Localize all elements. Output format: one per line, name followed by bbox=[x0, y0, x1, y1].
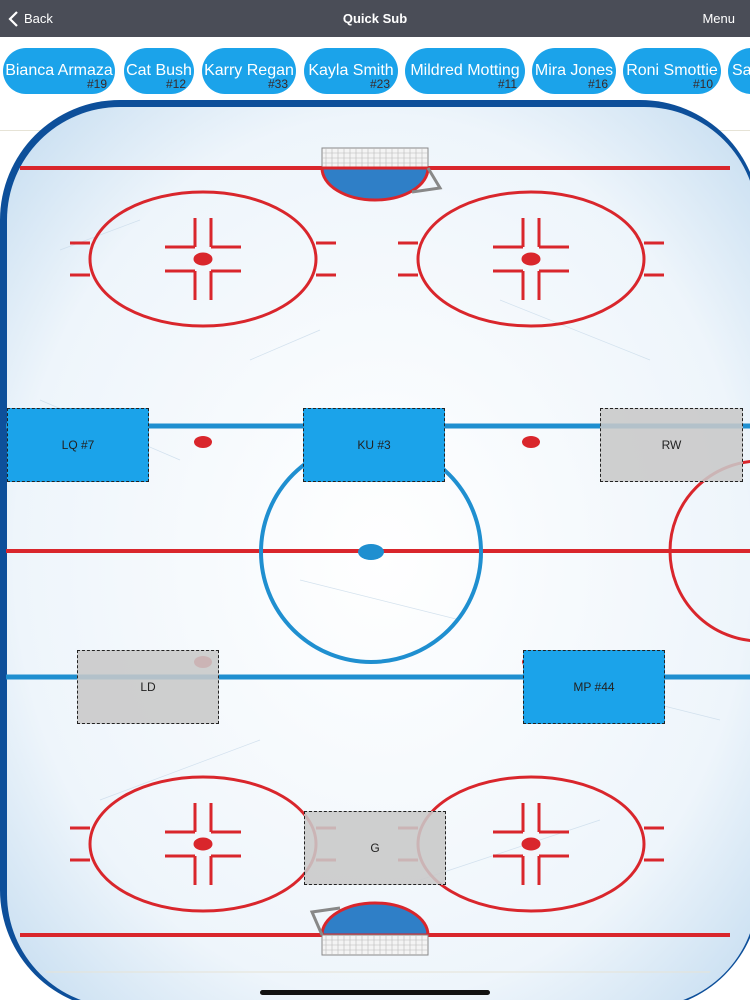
faceoff-dot bbox=[194, 436, 212, 448]
position-right-wing[interactable]: RW bbox=[600, 408, 743, 482]
player-chip[interactable]: Mira Jones #16 bbox=[532, 48, 616, 94]
player-number: #33 bbox=[267, 77, 288, 91]
position-label: G bbox=[370, 841, 380, 855]
goal-bottom bbox=[309, 901, 430, 956]
back-button[interactable]: Back bbox=[8, 0, 53, 37]
home-indicator bbox=[260, 990, 490, 995]
position-center[interactable]: KU #3 bbox=[303, 408, 445, 482]
center-dot bbox=[358, 544, 384, 560]
position-left-wing[interactable]: LQ #7 bbox=[7, 408, 149, 482]
navigation-bar: Back Quick Sub Menu bbox=[0, 0, 750, 37]
position-label: RW bbox=[661, 438, 682, 452]
player-chip[interactable]: Karry Regan #33 bbox=[202, 48, 296, 94]
player-name: Sa bbox=[732, 62, 750, 79]
position-label: LD bbox=[140, 680, 156, 694]
player-chip[interactable]: Cat Bush #12 bbox=[124, 48, 194, 94]
page-title: Quick Sub bbox=[342, 11, 408, 26]
menu-button[interactable]: Menu bbox=[702, 0, 735, 37]
player-number: #23 bbox=[369, 77, 390, 91]
hockey-rink: LQ #7 KU #3 RW LD MP #44 G bbox=[0, 100, 750, 1000]
player-chip[interactable]: Roni Smottie #10 bbox=[623, 48, 721, 94]
player-chip[interactable]: Sa bbox=[728, 48, 750, 94]
position-goalie[interactable]: G bbox=[304, 811, 446, 885]
player-chip[interactable]: Kayla Smith #23 bbox=[304, 48, 398, 94]
player-number: #12 bbox=[165, 77, 186, 91]
position-label: LQ #7 bbox=[61, 438, 95, 452]
player-chip[interactable]: Mildred Motting #11 bbox=[405, 48, 525, 94]
faceoff-dot bbox=[522, 436, 540, 448]
player-number: #19 bbox=[86, 77, 107, 91]
position-right-defense[interactable]: MP #44 bbox=[523, 650, 665, 724]
player-number: #16 bbox=[587, 77, 608, 91]
position-left-defense[interactable]: LD bbox=[77, 650, 219, 724]
chevron-left-icon bbox=[8, 10, 18, 27]
position-label: MP #44 bbox=[573, 680, 615, 694]
back-label: Back bbox=[24, 11, 53, 26]
player-chip[interactable]: Bianca Armaza #19 bbox=[3, 48, 115, 94]
player-number: #10 bbox=[692, 77, 713, 91]
player-number: #11 bbox=[497, 77, 517, 91]
position-label: KU #3 bbox=[357, 438, 391, 452]
